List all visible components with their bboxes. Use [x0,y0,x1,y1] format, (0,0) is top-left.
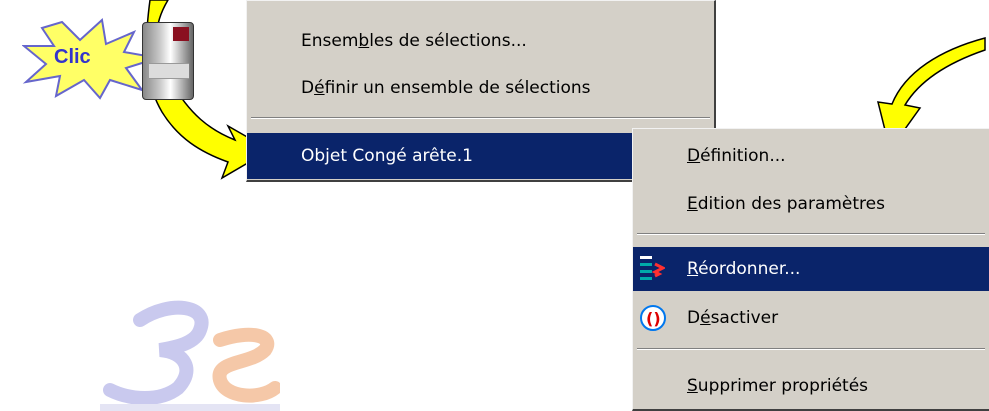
submenu-item-edit-parameters[interactable]: Edition des paramètres [633,183,989,225]
menu-item-accel: E [687,194,698,214]
menu-item-label: upprimer propriétés [697,376,869,396]
starburst-icon [22,18,159,100]
menu-separator [251,117,710,119]
submenu-item-definition[interactable]: Définition... [633,135,989,177]
menu-item-selection-sets[interactable]: Ensembles de sélections... [247,20,714,62]
menu-item-label: Objet Congé arête.1 [301,146,473,166]
dassault-logo-watermark [100,300,280,411]
menu-item-accel: R [687,259,699,279]
submenu-item-reorder[interactable]: Réordonner... [633,247,989,291]
menu-item-label: éordonner... [698,259,801,279]
menu-item-label: D [687,308,701,328]
menu-item-label: Ensem [301,31,359,51]
menu-item-accel: S [687,376,698,396]
deactivate-icon: () [640,305,666,331]
submenu: Définition... Edition des paramètres Réo… [632,128,989,411]
menu-item-define-selection-set[interactable]: Définir un ensemble de sélections [247,67,714,109]
menu-item-accel: é [314,78,325,98]
menu-item-accel: b [358,31,370,51]
callout-label: Clic [54,46,91,68]
menu-separator [637,348,985,350]
fillet-toolbar-icon[interactable] [142,22,194,100]
menu-item-label: les de sélections... [369,31,527,51]
fillet-icon-band [149,63,189,79]
menu-item-label: D [301,78,315,98]
menu-item-label: finir un ensemble de sélections [324,78,591,98]
menu-item-accel: é [700,308,711,328]
svg-text:(): () [646,309,661,328]
menu-item-label: sactiver [710,308,779,328]
submenu-item-deactivate[interactable]: () Désactiver [633,297,989,339]
reorder-icon [640,256,665,280]
menu-item-label: dition des paramètres [697,194,885,214]
fillet-icon-detail [173,27,189,41]
menu-item-accel: D [687,146,701,166]
submenu-item-delete-properties[interactable]: Supprimer propriétés [633,365,989,407]
menu-separator [637,233,985,235]
clic-callout: Clic [22,18,160,100]
menu-item-label: éfinition... [700,146,786,166]
